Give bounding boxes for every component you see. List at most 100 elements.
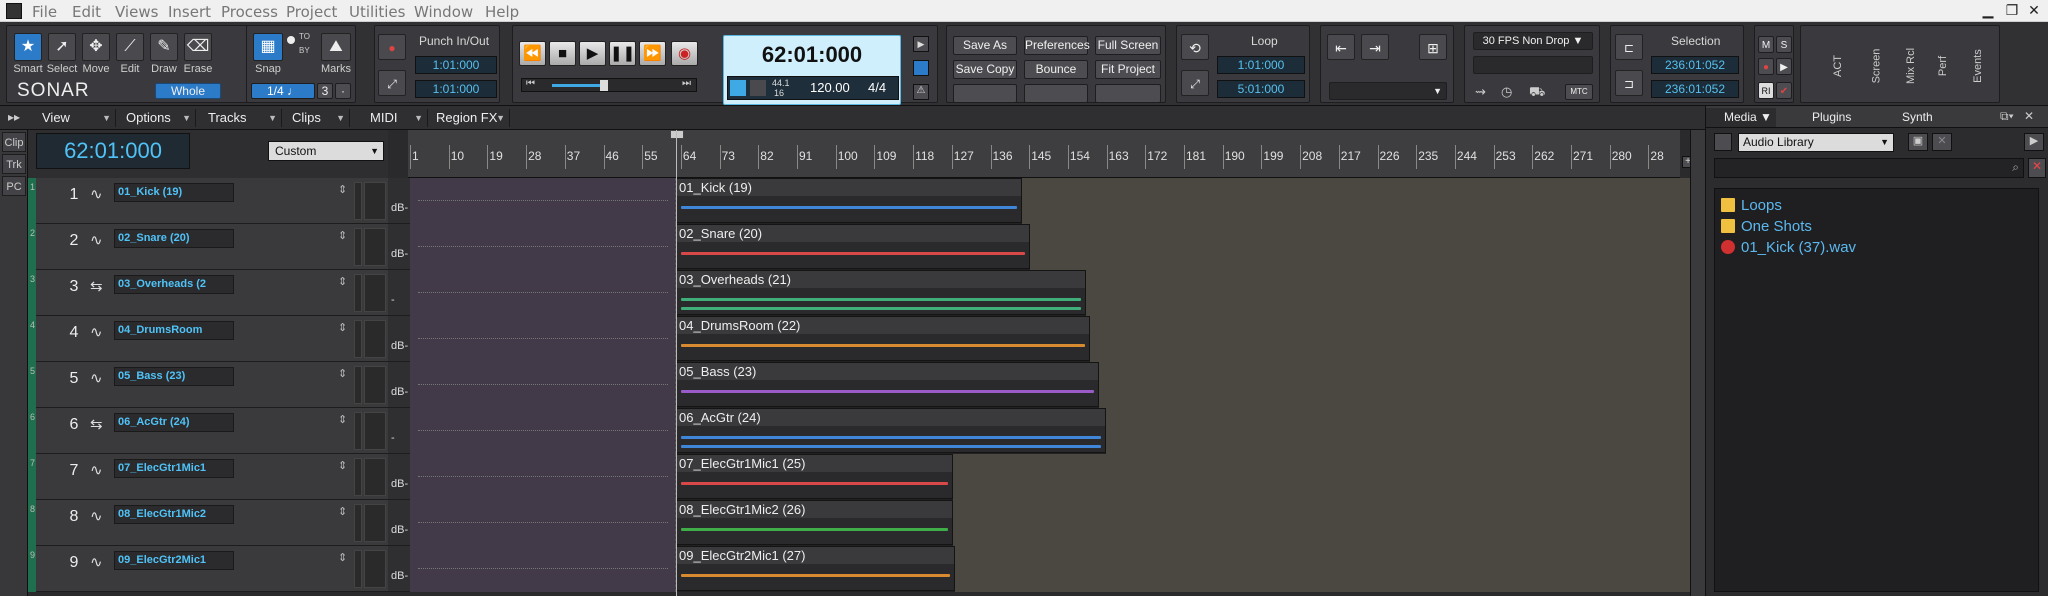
punch-start-field[interactable]: 1:01:000 (415, 56, 497, 74)
track-fader[interactable] (364, 458, 386, 496)
menu-views[interactable]: Views (115, 3, 158, 21)
fps-dropdown[interactable]: 30 FPS Non Drop ▼ (1473, 32, 1593, 50)
list-item[interactable]: One Shots (1721, 218, 1812, 235)
snap-value-dropdown[interactable]: 1/4 ♩ (251, 83, 315, 99)
track-controls[interactable]: 8 8 ∿ 08_ElecGtr1Mic2 ⇕ (28, 500, 388, 546)
add-marker-icon[interactable]: ⊞ (1419, 34, 1447, 60)
fit-project-button[interactable]: Fit Project (1095, 60, 1161, 79)
position-thumb[interactable] (600, 80, 608, 91)
audio-clip[interactable]: 03_Overheads (21) (676, 270, 1086, 315)
audio-track-icon[interactable]: ∿ (90, 323, 103, 341)
audio-track-icon[interactable]: ∿ (90, 461, 103, 479)
menu-utilities[interactable]: Utilities (349, 3, 405, 21)
track-name-field[interactable]: 06_AcGtr (24) (114, 413, 234, 432)
track-lane[interactable]: 08_ElecGtr1Mic2 (26) (410, 500, 1690, 546)
transport-metro-small-icon[interactable]: ⚠ (913, 84, 929, 100)
track-name-field[interactable]: 05_Bass (23) (114, 367, 234, 386)
track-fader[interactable] (364, 504, 386, 542)
search-icon[interactable]: ⌕ (2012, 160, 2019, 175)
record-arm-button[interactable]: ● (1758, 58, 1774, 75)
go-end-icon[interactable]: ⏭ (682, 78, 691, 89)
pencil-icon[interactable]: ✎ (150, 33, 178, 61)
audio-track-icon[interactable]: ∿ (90, 231, 103, 249)
close-icon[interactable]: ✕ (2026, 2, 2042, 18)
tracks-menu[interactable]: Tracks ▼ (202, 109, 282, 127)
restore-icon[interactable]: ❐ (2004, 2, 2020, 18)
go-start-icon[interactable]: ⏮ (526, 78, 535, 89)
save-icon[interactable]: ▣ (1908, 133, 1928, 151)
track-lane[interactable]: 07_ElecGtr1Mic1 (25) (410, 454, 1690, 500)
track-name-field[interactable]: 09_ElecGtr2Mic1 (114, 551, 234, 570)
pause-icon[interactable]: ❚❚ (609, 41, 636, 66)
track-name-field[interactable]: 02_Snare (20) (114, 229, 234, 248)
loop-fit-icon[interactable]: ⤢ (1181, 70, 1209, 96)
save-as-button[interactable]: Save As (953, 36, 1017, 55)
audio-clip[interactable]: 09_ElecGtr2Mic1 (27) (676, 546, 955, 591)
audio-track-icon[interactable]: ∿ (90, 369, 103, 387)
mtc-button[interactable]: MTC (1565, 84, 1593, 100)
preferences-button[interactable]: Preferences (1024, 36, 1090, 55)
audio-track-icon[interactable]: ∿ (90, 185, 103, 203)
track-fader[interactable] (364, 182, 386, 220)
library-dropdown[interactable]: Audio Library ▼ (1738, 133, 1894, 152)
selection-start-field[interactable]: 236:01:052 (1651, 56, 1739, 74)
read-button[interactable]: ▶ (1776, 58, 1792, 75)
audio-track-icon[interactable]: ∿ (90, 553, 103, 571)
punch-fit-icon[interactable]: ⤢ (378, 70, 406, 96)
track-name-field[interactable]: 08_ElecGtr1Mic2 (114, 505, 234, 524)
full-screen-button[interactable]: Full Screen (1095, 36, 1161, 55)
track-fader[interactable] (364, 550, 386, 588)
sync-icon[interactable]: ⇝ (1475, 84, 1486, 100)
browser-close-icon[interactable]: ✕ (2024, 109, 2034, 123)
track-name-field[interactable]: 07_ElecGtr1Mic1 (114, 459, 234, 478)
tab-media[interactable]: Media ▼ (1706, 108, 1776, 127)
minimize-icon[interactable]: ▁ (1980, 2, 1996, 18)
add-folder-icon[interactable] (1714, 133, 1732, 151)
metronome-icon[interactable] (730, 80, 746, 96)
empty-button-1[interactable] (953, 84, 1017, 103)
transport-rec-small-icon[interactable] (913, 60, 929, 76)
options-menu[interactable]: Options ▼ (120, 109, 196, 127)
empty-button-3[interactable] (1095, 84, 1161, 103)
track-expand-icon[interactable]: ⇕ (338, 321, 347, 334)
view-menu[interactable]: View ▼ (36, 109, 116, 127)
whole-button[interactable]: Whole (155, 83, 221, 99)
selection-end-field[interactable]: 236:01:052 (1651, 80, 1739, 98)
marker-dropdown[interactable]: ▼ (1329, 82, 1447, 100)
audio-engine-icon[interactable] (750, 80, 766, 96)
events-label[interactable]: Events (1972, 49, 1984, 83)
vertical-scrollbar[interactable] (1690, 130, 1705, 596)
rewind-icon[interactable]: ⏪ (519, 41, 546, 66)
track-controls[interactable]: 2 2 ∿ 02_Snare (20) ⇕ (28, 224, 388, 270)
timecode-field[interactable] (1473, 56, 1593, 74)
solo-button[interactable]: S (1776, 36, 1792, 53)
track-expand-icon[interactable]: ⇕ (338, 413, 347, 426)
snap-radio-icon[interactable] (287, 36, 295, 44)
track-expand-icon[interactable]: ⇕ (338, 183, 347, 196)
now-marker-icon[interactable] (670, 130, 684, 139)
input-echo-button[interactable]: RI (1758, 82, 1774, 99)
perf-label[interactable]: Perf (1937, 56, 1949, 76)
audio-clip[interactable]: 04_DrumsRoom (22) (676, 316, 1090, 361)
track-controls[interactable]: 9 9 ∿ 09_ElecGtr2Mic1 ⇕ (28, 546, 388, 592)
screen-label[interactable]: Screen (1870, 49, 1882, 84)
write-button[interactable]: ✔ (1776, 82, 1792, 99)
track-name-field[interactable]: 04_DrumsRoom (114, 321, 234, 340)
track-lane[interactable]: 04_DrumsRoom (22) (410, 316, 1690, 362)
loop-end-field[interactable]: 5:01:000 (1217, 80, 1305, 98)
transport-play-small-icon[interactable]: ▶ (913, 36, 929, 52)
selection-icon[interactable]: ⊏ (1615, 34, 1643, 60)
audio-clip[interactable]: 02_Snare (20) (676, 224, 1030, 269)
menu-edit[interactable]: Edit (72, 3, 101, 21)
bounce-button[interactable]: Bounce (1024, 60, 1088, 79)
track-fader[interactable] (364, 274, 386, 312)
track-fader[interactable] (364, 228, 386, 266)
preview-play-icon[interactable]: ▶ (2024, 133, 2044, 151)
loop-icon[interactable]: ⟲ (1181, 34, 1209, 60)
mute-button[interactable]: M (1758, 36, 1774, 53)
selection-fit-icon[interactable]: ⊐ (1615, 70, 1643, 96)
track-controls[interactable]: 1 1 ∿ 01_Kick (19) ⇕ (28, 178, 388, 224)
menu-process[interactable]: Process (221, 3, 278, 21)
track-lane[interactable]: 03_Overheads (21) (410, 270, 1690, 316)
list-item[interactable]: 01_Kick (37).wav (1721, 239, 1856, 256)
